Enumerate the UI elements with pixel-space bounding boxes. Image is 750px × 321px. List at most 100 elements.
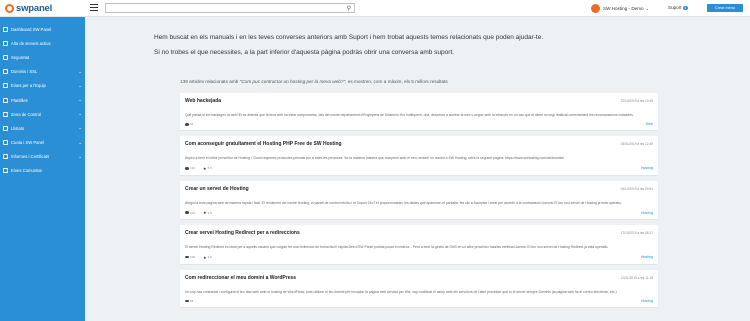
support-menu[interactable]: Suport 5 xyxy=(668,5,689,10)
intro-line: Si no trobes el que necessites, a la par… xyxy=(154,49,455,56)
community-icon xyxy=(3,168,8,174)
control-icon xyxy=(3,111,8,117)
article-title[interactable]: Crear servei Hosting Redirect per a redi… xyxy=(185,230,300,236)
sidebar-item-services[interactable]: Alta de serveis actius xyxy=(0,36,85,50)
sidebar-item-label: Cuota i SW Panel xyxy=(11,140,45,146)
shield-icon xyxy=(3,54,8,60)
logo[interactable]: swpanel xyxy=(0,0,85,17)
article-excerpt: Aspiro a tenir el millor proveïdor de Ho… xyxy=(185,156,564,161)
new-menu-button[interactable]: Crear menu xyxy=(707,4,743,12)
sidebar-item-control-zone[interactable]: Zona de Control ⌄ xyxy=(0,107,85,121)
sidebar-item-label: Llistats xyxy=(11,125,25,131)
chevron-down-icon: ⌄ xyxy=(78,111,82,117)
article-stats: 144 ★ 5.5 xyxy=(185,166,212,171)
view-count: 41 xyxy=(190,122,194,127)
search-input[interactable]: ⚲ xyxy=(105,3,355,13)
sidebar-item-label: Informes i Certificats xyxy=(11,154,50,160)
article-excerpt: Un cop has contractat i configurat el te… xyxy=(185,289,617,294)
chevron-down-icon: ⌄ xyxy=(645,6,649,11)
eye-icon xyxy=(185,211,189,214)
article-excerpt: Què passa si em hackegen la web?El es de… xyxy=(185,113,634,117)
sidebar: swpanel Dashboard SW Panel Alta de serve… xyxy=(0,0,85,321)
intro: Hem buscat en els manuals i en les teves… xyxy=(154,34,543,64)
article-date: 22/10/2019 a les 10:15 xyxy=(620,99,653,103)
sidebar-item-label: Dominis i SSL xyxy=(11,69,38,75)
globe-icon xyxy=(3,69,8,75)
sidebar-item-domains[interactable]: Dominis i SSL ⌄ xyxy=(0,65,85,79)
hamburger-menu-icon[interactable] xyxy=(90,4,98,11)
article-date: 04/12/2019 a les 09:51 xyxy=(620,186,653,191)
quota-icon xyxy=(3,140,8,146)
results-count: 139 articles relacionats amb "Com puc co… xyxy=(180,79,448,84)
eye-icon xyxy=(185,123,189,126)
eye-icon xyxy=(185,299,189,303)
article-tag[interactable]: Hosting xyxy=(641,255,653,259)
swpanel-logo-icon xyxy=(5,3,14,13)
article-stats: 58 xyxy=(185,299,193,303)
account-switcher[interactable]: SW Hosting - Demo ⌄ xyxy=(591,4,649,13)
list-item[interactable]: Com aconseguir gratuïtament el Hosting P… xyxy=(180,136,658,176)
view-count: 144 xyxy=(190,166,196,171)
article-stats: 102 ★ 3.5 xyxy=(185,210,212,215)
view-count: 100 xyxy=(190,255,196,260)
chevron-down-icon: ⌄ xyxy=(78,139,82,145)
sidebar-item-label: Dashboard SW Panel xyxy=(11,26,52,32)
chevron-down-icon: ⌄ xyxy=(78,68,82,74)
article-excerpt: Afegiu la teva pàgina web de manera ràpi… xyxy=(185,200,622,205)
sidebar-item-label: Zona de Control xyxy=(11,111,42,117)
view-count: 102 xyxy=(190,210,196,215)
article-tag[interactable]: Web xyxy=(646,122,653,126)
chevron-down-icon: ⌄ xyxy=(78,153,82,159)
article-title[interactable]: Com redireccionar el meu domini a WordPr… xyxy=(185,275,296,281)
support-badge: 5 xyxy=(682,5,689,10)
support-label: Suport xyxy=(668,5,682,10)
star-icon: ★ xyxy=(203,210,207,216)
sidebar-item-reports[interactable]: Informes i Certificats ⌄ xyxy=(0,150,85,164)
account-label: SW Hosting - Demo xyxy=(603,6,644,11)
sidebar-item-templates[interactable]: Plantilles ⌄ xyxy=(0,93,85,107)
article-tag[interactable]: Hosting xyxy=(641,299,653,303)
sidebar-item-quota[interactable]: Cuota i SW Panel ⌄ xyxy=(0,136,85,150)
sidebar-item-security[interactable]: Seguretat xyxy=(0,50,85,64)
sidebar-item-team-tools[interactable]: Eines per a l'Equip ⌄ xyxy=(0,79,85,93)
rating: 3.5 xyxy=(207,210,212,215)
services-icon xyxy=(3,40,8,46)
chevron-down-icon: ⌄ xyxy=(78,125,82,131)
article-tag[interactable]: Hosting xyxy=(641,211,653,215)
results-list: Web hackejada 22/10/2019 a les 10:15 Què … xyxy=(180,93,658,313)
sidebar-item-lists[interactable]: Llistats ⌄ xyxy=(0,121,85,135)
eye-icon xyxy=(185,167,189,170)
eye-icon xyxy=(185,255,189,259)
sidebar-item-community[interactable]: Eines Comunitat xyxy=(0,164,85,178)
intro-line: Hem buscat en els manuals i en les teves… xyxy=(154,34,544,41)
list-item[interactable]: Web hackejada 22/10/2019 a les 10:15 Què … xyxy=(180,93,658,132)
article-title[interactable]: Crear un servei de Hosting xyxy=(185,186,249,192)
sidebar-item-label: Alta de serveis actius xyxy=(11,40,51,46)
article-stats: 41 xyxy=(185,122,193,126)
team-icon xyxy=(3,83,8,89)
star-icon: ★ xyxy=(203,254,207,260)
article-date: 17/10/2019 a les 08:17 xyxy=(620,231,653,236)
sidebar-item-label: Eines Comunitat xyxy=(11,168,42,174)
list-item[interactable]: Com redireccionar el meu domini a WordPr… xyxy=(180,269,658,309)
article-date: 10/11/2019 a les 11:18 xyxy=(621,275,653,280)
rating: 5.5 xyxy=(207,166,212,171)
article-title[interactable]: Com aconseguir gratuïtament el Hosting P… xyxy=(185,141,342,147)
templates-icon xyxy=(3,97,8,103)
list-item[interactable]: Crear un servei de Hosting 04/12/2019 a l… xyxy=(180,180,658,221)
article-tag[interactable]: Hosting xyxy=(641,166,653,170)
search-icon[interactable]: ⚲ xyxy=(347,5,351,12)
sidebar-menu: Dashboard SW Panel Alta de serveis actiu… xyxy=(0,17,85,178)
chevron-down-icon: ⌄ xyxy=(78,97,82,103)
sidebar-item-dashboard[interactable]: Dashboard SW Panel xyxy=(0,22,85,36)
article-stats: 100 ★ 3.5 xyxy=(185,255,212,260)
article-title[interactable]: Web hackejada xyxy=(185,98,221,104)
logo-text: swpanel xyxy=(16,2,53,14)
star-icon: ★ xyxy=(203,165,207,171)
list-item[interactable]: Crear servei Hosting Redirect per a redi… xyxy=(180,225,658,265)
reports-icon xyxy=(3,154,8,160)
article-excerpt: El servei Hosting Redirect es ideal per … xyxy=(185,245,609,250)
dashboard-icon xyxy=(3,26,8,32)
list-icon xyxy=(3,125,8,131)
article-date: 03/01/2019 a les 12:49 xyxy=(620,142,653,147)
